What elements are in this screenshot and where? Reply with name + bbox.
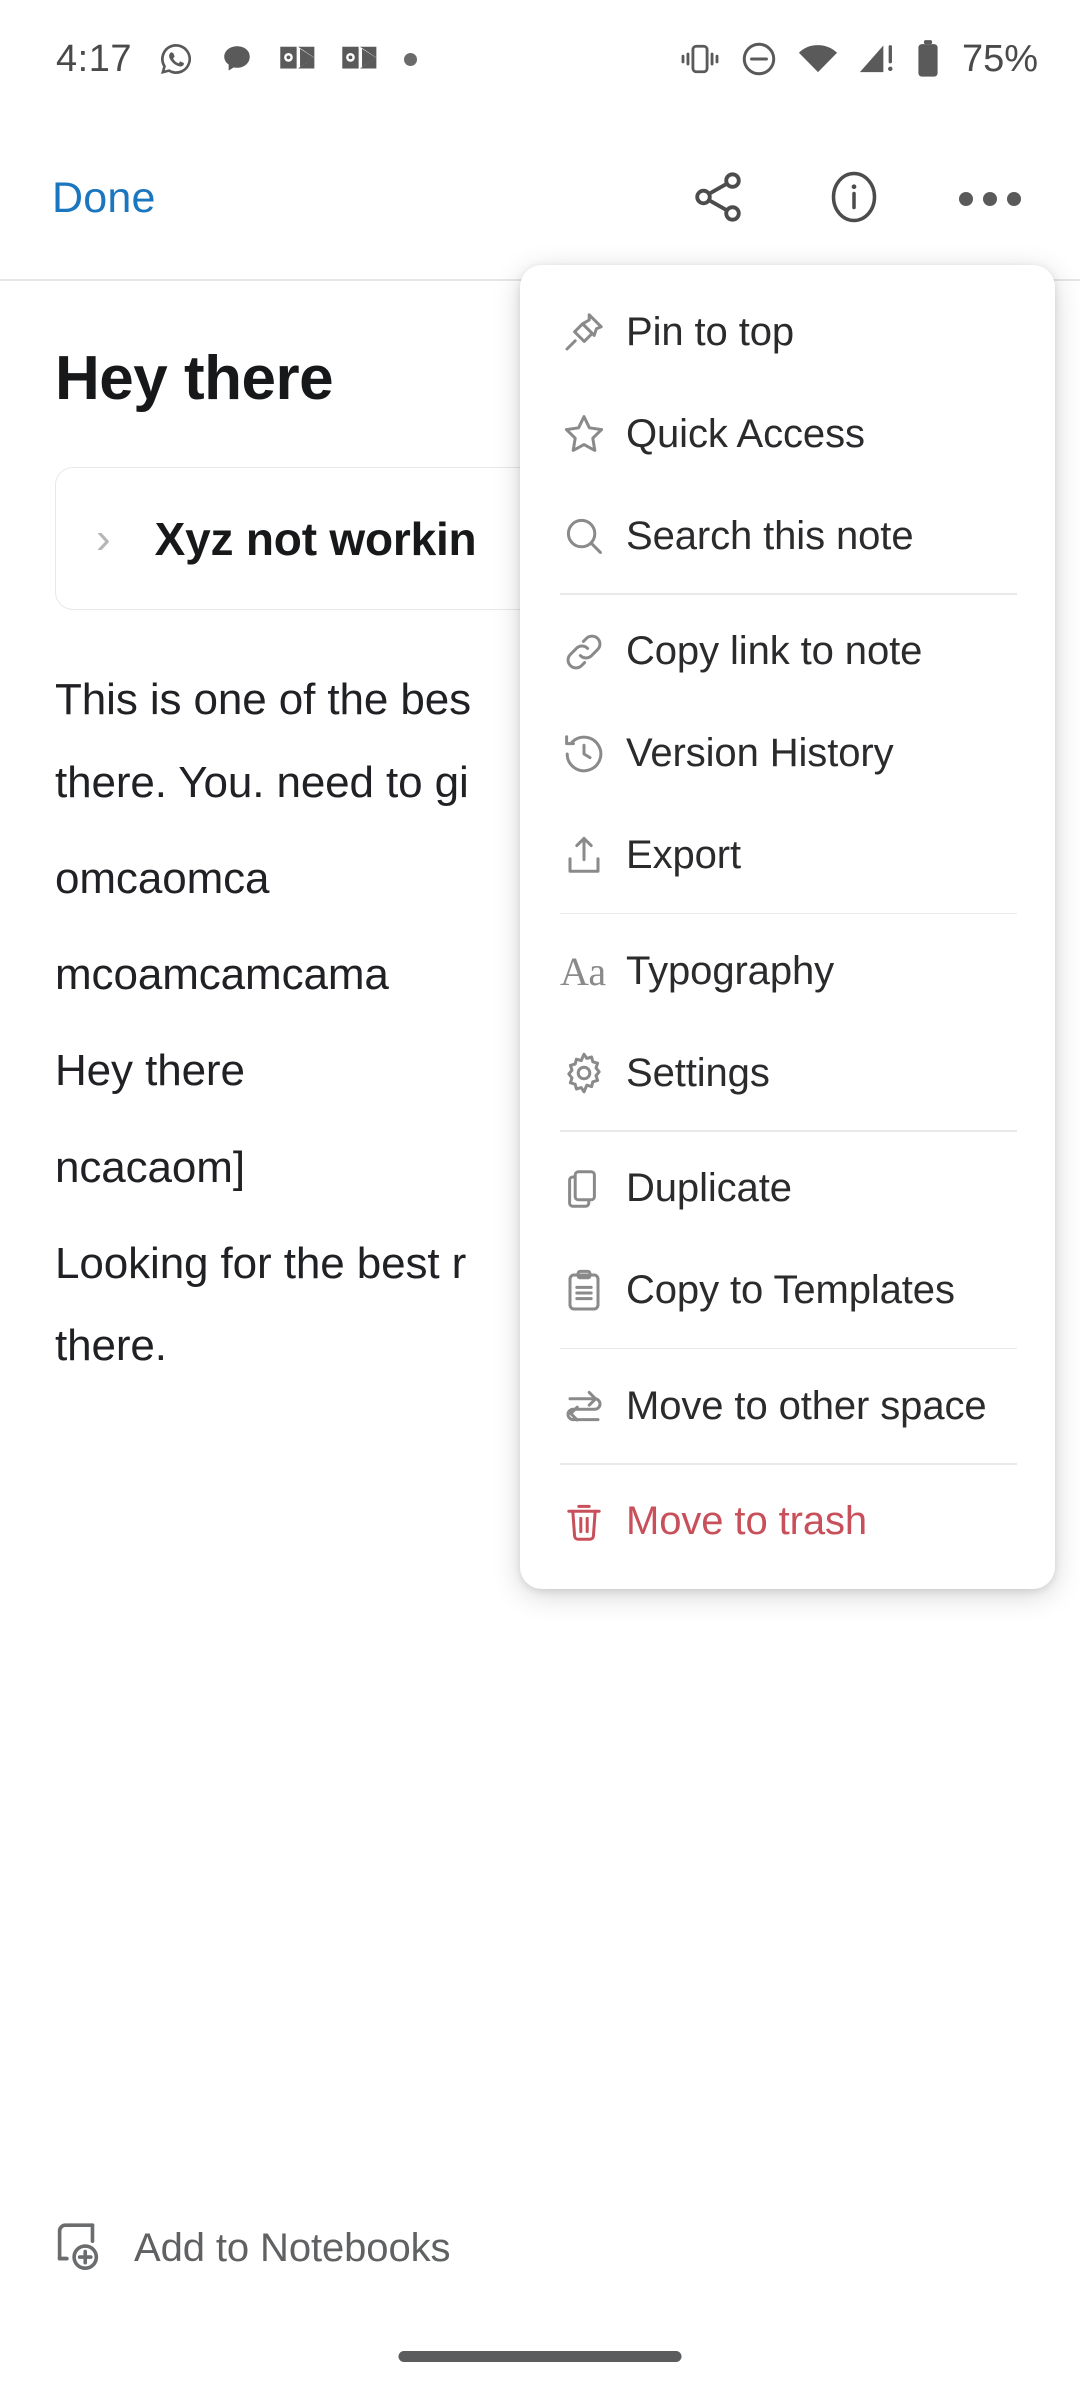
- menu-item-label: Copy to Templates: [626, 1268, 955, 1312]
- menu-item-search-this-note[interactable]: Search this note: [520, 485, 1055, 587]
- toggle-block-text: Xyz not workin: [154, 512, 477, 565]
- menu-divider: [560, 593, 1017, 595]
- menu-item-label: Quick Access: [626, 411, 865, 456]
- menu-item-settings[interactable]: Settings: [520, 1022, 1055, 1124]
- share-button[interactable]: [682, 163, 754, 235]
- menu-item-duplicate[interactable]: Duplicate: [520, 1138, 1055, 1240]
- star-icon: [560, 410, 626, 458]
- swap-arrows-icon: [560, 1382, 626, 1430]
- trash-icon: [560, 1498, 626, 1546]
- history-clock-icon: [560, 730, 626, 778]
- outlook-icon: [280, 44, 316, 74]
- chevron-right-icon[interactable]: ›: [96, 516, 111, 561]
- menu-item-label: Move to other space: [626, 1383, 987, 1428]
- menu-item-label: Export: [626, 833, 742, 877]
- menu-item-typography[interactable]: Aa Typography: [520, 920, 1055, 1022]
- outlook-icon: [342, 44, 378, 74]
- typography-aa-icon: Aa: [560, 948, 606, 994]
- vibrate-icon: [680, 42, 720, 76]
- menu-divider: [560, 1347, 1017, 1349]
- notebook-add-icon: [48, 2217, 106, 2280]
- overflow-menu: Pin to top Quick Access Search this note: [520, 265, 1055, 1589]
- whatsapp-icon: [158, 41, 194, 77]
- menu-item-label: Search this note: [626, 513, 914, 558]
- clipboard-icon: [560, 1267, 626, 1315]
- toolbar-actions: [682, 163, 1026, 235]
- menu-item-label: Typography: [626, 948, 835, 993]
- menu-item-label: Duplicate: [626, 1166, 792, 1210]
- menu-item-export[interactable]: Export: [520, 805, 1055, 907]
- menu-item-move-to-trash[interactable]: Move to trash: [520, 1471, 1055, 1573]
- info-button[interactable]: [818, 163, 890, 235]
- menu-divider: [560, 1130, 1017, 1132]
- menu-item-pin-to-top[interactable]: Pin to top: [520, 281, 1055, 383]
- home-gesture-bar[interactable]: [398, 2351, 682, 2362]
- notification-dot-icon: [403, 52, 417, 66]
- menu-divider: [560, 1463, 1017, 1465]
- add-to-notebooks-label: Add to Notebooks: [134, 2225, 451, 2270]
- gear-icon: [560, 1049, 626, 1097]
- menu-item-copy-link-to-note[interactable]: Copy link to note: [520, 601, 1055, 703]
- status-bar-right: 75%: [680, 38, 1038, 81]
- add-to-notebooks-bar[interactable]: Add to Notebooks: [0, 2188, 1080, 2308]
- chat-bubble-icon: [220, 42, 254, 76]
- link-icon: [560, 628, 626, 676]
- app-screen: 4:17 75% Done Hey there › Xyz not workin…: [0, 0, 1080, 2400]
- done-button[interactable]: Done: [52, 174, 156, 223]
- battery-icon: [916, 40, 940, 78]
- menu-item-label: Pin to top: [626, 309, 795, 354]
- note-toolbar: Done: [0, 118, 1080, 279]
- more-options-button[interactable]: [954, 163, 1026, 235]
- more-options-icon: [959, 191, 1021, 206]
- status-bar-clock: 4:17: [56, 37, 132, 80]
- export-upload-icon: [560, 832, 626, 880]
- info-circle-icon: [824, 167, 884, 230]
- do-not-disturb-icon: [740, 40, 778, 78]
- cellular-signal-warning-icon: [858, 43, 896, 75]
- menu-item-quick-access[interactable]: Quick Access: [520, 383, 1055, 485]
- menu-item-version-history[interactable]: Version History: [520, 703, 1055, 805]
- wifi-icon: [798, 43, 838, 75]
- menu-item-label: Settings: [626, 1050, 770, 1095]
- menu-item-label: Move to trash: [626, 1499, 868, 1543]
- menu-divider: [560, 912, 1017, 914]
- menu-item-move-to-other-space[interactable]: Move to other space: [520, 1355, 1055, 1457]
- battery-percentage: 75%: [961, 37, 1038, 80]
- status-bar-left: 4:17: [56, 38, 417, 81]
- pin-icon: [560, 308, 626, 356]
- menu-item-copy-to-templates[interactable]: Copy to Templates: [520, 1240, 1055, 1342]
- search-icon: [560, 512, 626, 560]
- menu-item-label: Version History: [626, 731, 894, 775]
- status-bar: 4:17 75%: [0, 0, 1080, 118]
- menu-item-label: Copy link to note: [626, 629, 923, 673]
- share-icon: [689, 168, 747, 229]
- duplicate-pages-icon: [560, 1165, 626, 1213]
